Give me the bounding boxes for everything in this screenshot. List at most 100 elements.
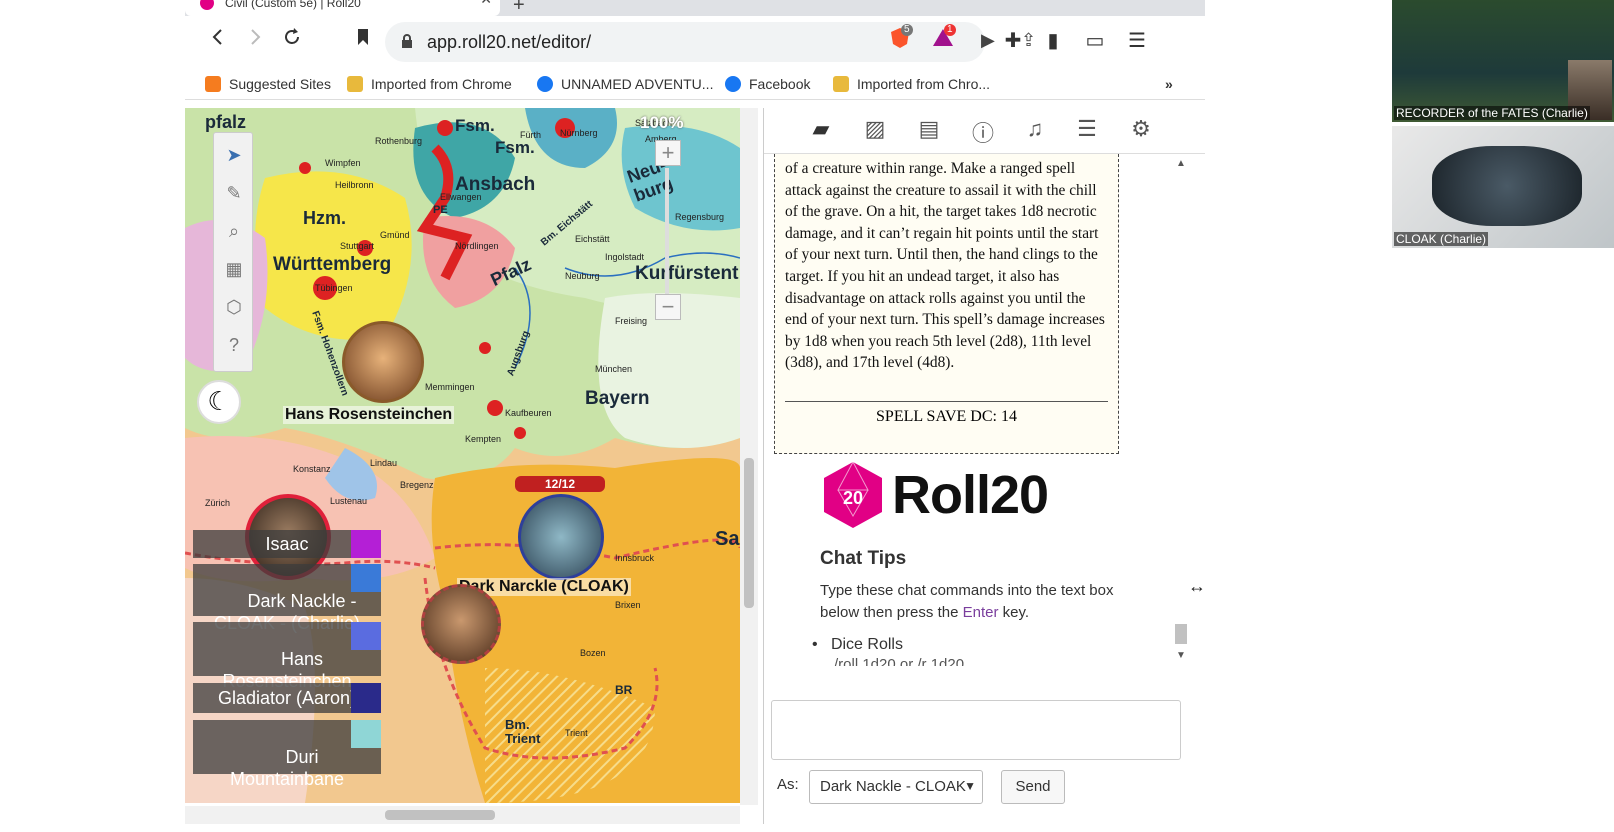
extensions-icon[interactable]: ✚ [998,26,1028,56]
as-label: As: [777,776,799,793]
video-label: CLOAK (Charlie) [1394,232,1489,246]
player-entry[interactable]: Isaac [193,530,381,558]
token-hans-rosensteinchen[interactable] [342,321,424,403]
player-entry[interactable]: Duri Mountainbane [193,720,381,789]
compendium-tab-icon[interactable]: ⓘ [968,116,998,146]
video-tile-cloak[interactable]: CLOAK (Charlie) [1392,126,1614,248]
zoom-slider[interactable]: + − [653,138,689,320]
player-entry[interactable]: Dark Nackle - CLOAK - (Charlie) [193,564,381,633]
zoom-track[interactable] [665,168,669,298]
menu-icon[interactable]: ☰ [1122,26,1152,56]
camera-icon[interactable]: ▶ [981,30,995,51]
map-vertical-scrollbar[interactable] [740,108,758,805]
zoom-out-icon[interactable]: − [655,294,681,320]
chat-input[interactable] [771,700,1181,760]
zoom-in-icon[interactable]: + [655,140,681,166]
chat-tab-icon[interactable]: ▰ [806,116,836,146]
video-tile-recorder[interactable]: RECORDER of the FATES (Charlie) [1392,0,1614,122]
draw-tool-icon[interactable]: ✎ [220,179,248,207]
bookmark-facebook[interactable]: Facebook [725,76,810,92]
close-tab-icon[interactable]: ✕ [480,0,492,6]
select-tool-icon[interactable]: ➤ [220,141,248,169]
token-gladiator[interactable] [421,584,501,664]
spell-description: of a creature within range. Make a range… [785,160,1105,372]
art-library-tab-icon[interactable]: ▨ [860,116,890,146]
town-label: Eichstätt [575,234,610,244]
logo-die-number: 20 [843,488,863,508]
town-label: Rothenburg [375,136,423,146]
town-label: Lustenau [330,496,368,506]
roll20-favicon-icon [200,0,214,10]
settings-tab-icon[interactable]: ⚙ [1126,116,1156,146]
player-color [351,720,381,748]
region-label: Bm. Trient [505,717,541,746]
player-color [351,530,381,558]
player-entry[interactable]: Hans Rosensteinchen [193,622,381,691]
map-horizontal-scrollbar[interactable] [185,806,740,824]
town-label: Bozen [580,648,606,658]
scroll-thumb[interactable] [1175,624,1187,644]
town-label: Konstanz [293,464,331,474]
bookmark-suggested-sites[interactable]: Suggested Sites [205,76,331,92]
dark-mode-icon[interactable]: ☾ [197,380,241,424]
collection-tab-icon[interactable]: ☰ [1072,116,1102,146]
town-label: Innsbruck [615,553,655,563]
bookmarks-bar: Suggested Sites Imported from Chrome UNN… [185,70,1205,100]
wallet-icon[interactable]: ▭ [1080,26,1110,56]
town-label: Neuburg [565,271,600,281]
town-label: Memmingen [425,382,475,392]
lock-icon[interactable] [401,34,413,48]
scroll-thumb[interactable] [385,810,495,820]
town-label: Freising [615,316,648,326]
town-label: Ingolstadt [605,252,645,262]
player-color [351,683,381,713]
help-tool-icon[interactable]: ? [220,331,248,359]
region-label: Sal [715,528,740,550]
folder-icon [347,76,363,92]
bookmark-imported-from-chro[interactable]: Imported from Chro... [833,76,990,92]
browser-tab[interactable]: Civil (Custom 5e) | Roll20 ✕ [185,0,500,16]
bookmark-unnamed-adventure[interactable]: UNNAMED ADVENTU... [537,76,713,92]
zoom-tool-icon[interactable]: ⌕ [220,217,248,245]
map-canvas[interactable]: pfalz Fsm. Fsm. Ansbach Neu- burg Hzm. W… [185,108,740,803]
shields-count: 5 [901,24,913,36]
player-entry[interactable]: Gladiator (Aaron) [193,683,381,713]
town-label: Brixen [615,600,641,610]
town-label: Kaufbeuren [505,408,552,418]
panel-tabs: ▰ ▨ ▤ ⓘ ♫ ☰ ⚙ [764,108,1205,154]
rewards-count: 1 [944,24,956,36]
more-bookmarks-icon[interactable]: » [1165,76,1173,92]
bookmark-icon[interactable] [348,26,378,56]
journal-tab-icon[interactable]: ▤ [914,116,944,146]
token-label: Hans Rosensteinchen [283,406,455,424]
tab-title: Civil (Custom 5e) | Roll20 [225,0,361,10]
spell-card: of a creature within range. Make a range… [774,154,1119,454]
jukebox-tab-icon[interactable]: ♫ [1020,116,1050,146]
brave-rewards-icon[interactable]: 1 [928,24,958,56]
roll20-logo: 20 Roll20 [820,460,1090,530]
town-label: Ellwangen [440,192,482,202]
scroll-up-icon[interactable]: ▲ [1176,158,1186,169]
scroll-down-icon[interactable]: ▼ [1176,650,1186,661]
scroll-thumb[interactable] [744,458,754,608]
forward-icon[interactable] [240,26,270,56]
player-color [351,564,381,592]
url-text[interactable]: app.roll20.net/editor/ [427,32,591,53]
token-dark-narckle[interactable] [518,494,604,580]
region-label: BR [615,683,633,697]
reload-icon[interactable] [277,26,307,56]
measure-tool-icon[interactable]: ▦ [220,255,248,283]
sidebar-icon[interactable]: ▮ [1038,26,1068,56]
new-tab-icon[interactable]: + [513,0,525,17]
dice-tool-icon[interactable]: ⬡ [220,293,248,321]
facebook-icon [537,76,553,92]
bookmark-imported-from-chrome[interactable]: Imported from Chrome [347,76,512,92]
player-color [351,622,381,650]
speaking-as-select[interactable]: Dark Nackle - CLOAK ▼ [809,770,983,804]
hp-bar: 12/12 [515,476,605,492]
brave-shields-icon[interactable]: 5 [885,24,915,56]
back-icon[interactable] [203,26,233,56]
send-button[interactable]: Send [1001,770,1065,804]
cloak-portrait [1432,146,1582,226]
spell-save-dc: SPELL SAVE DC: 14 [785,401,1108,426]
